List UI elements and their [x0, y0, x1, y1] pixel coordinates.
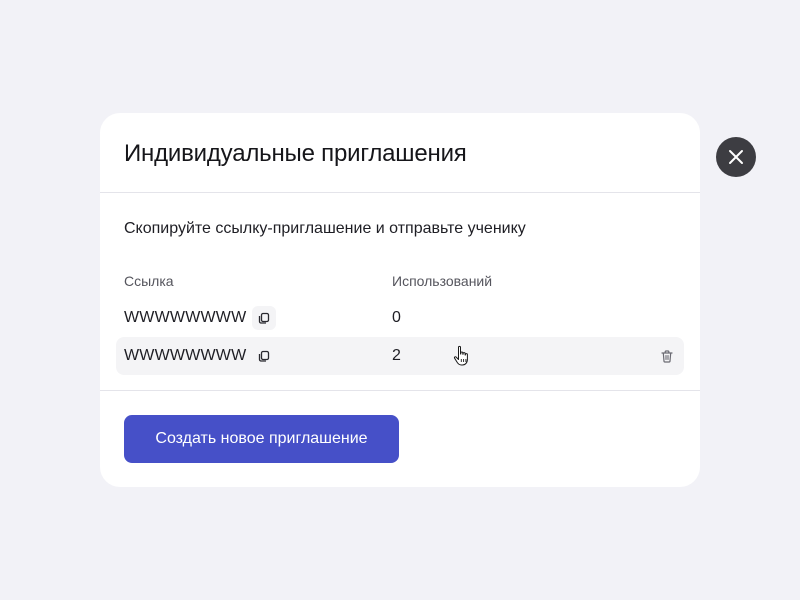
copy-icon	[258, 350, 270, 362]
hand-pointer-icon	[453, 345, 468, 366]
invite-link: WWWWWWWW	[124, 347, 247, 364]
modal-title: Индивидуальные приглашения	[124, 140, 467, 167]
table-row: WWWWWWWW 2	[116, 337, 684, 375]
modal-header: Индивидуальные приглашения	[100, 113, 700, 193]
uses-count: 0	[392, 309, 401, 326]
column-header-link: Ссылка	[124, 273, 174, 289]
column-header-uses: Использований	[392, 273, 493, 289]
table-row: WWWWWWWW 0	[116, 299, 684, 337]
modal-body: Скопируйте ссылку-приглашение и отправьт…	[100, 193, 700, 391]
trash-icon	[661, 349, 673, 363]
close-icon	[729, 150, 743, 164]
invite-link: WWWWWWWW	[124, 309, 247, 326]
copy-icon	[258, 312, 270, 324]
instruction-text: Скопируйте ссылку-приглашение и отправьт…	[124, 220, 526, 237]
close-modal-button[interactable]	[716, 137, 756, 177]
modal-footer: Создать новое приглашение	[100, 391, 700, 487]
invitations-modal: Индивидуальные приглашения Скопируйте сс…	[100, 113, 700, 487]
copy-link-button[interactable]	[252, 306, 276, 330]
create-invite-button[interactable]: Создать новое приглашение	[124, 415, 399, 463]
delete-invite-button[interactable]	[658, 347, 676, 365]
copy-link-button[interactable]	[252, 344, 276, 368]
uses-count: 2	[392, 347, 401, 364]
